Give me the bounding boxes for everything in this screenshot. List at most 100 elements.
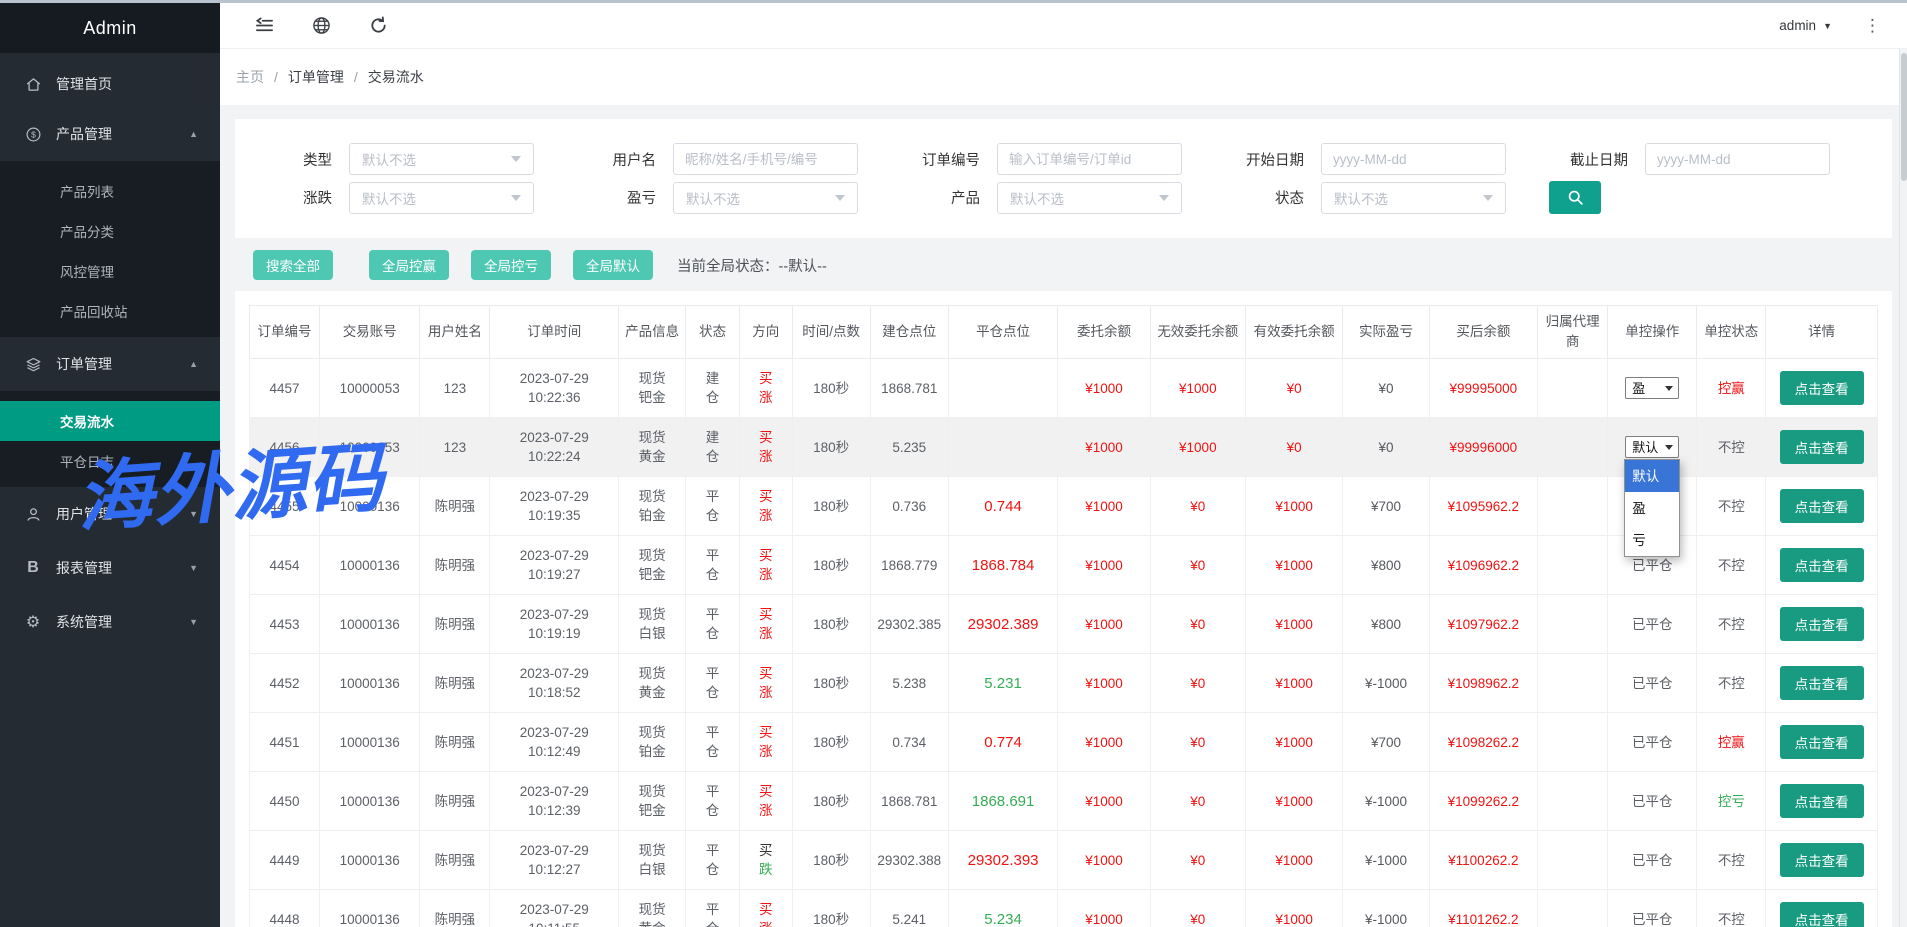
sidebar-item-reports[interactable]: B报表管理▼: [0, 541, 220, 595]
cell-invalid-entrust-balance: ¥0: [1150, 772, 1245, 831]
stacked-text: 买跌: [745, 841, 787, 879]
user-menu[interactable]: admin ▼: [1779, 18, 1832, 33]
cell-agent: [1538, 536, 1608, 595]
cell-time-points: 180秒: [792, 595, 870, 654]
stacked-text: 2023-07-2910:19:35: [495, 487, 613, 525]
sidebar-subitem-平仓日志[interactable]: 平仓日志: [0, 441, 220, 481]
cell-actual-profit: ¥-1000: [1343, 772, 1429, 831]
stacked-text: 现货白银: [624, 605, 680, 643]
updown-select[interactable]: 默认不选: [349, 182, 534, 214]
cell-detail: 点击查看: [1766, 359, 1878, 418]
start-date-input[interactable]: [1321, 143, 1506, 175]
column-header: 买后余额: [1429, 306, 1538, 359]
view-detail-button[interactable]: 点击查看: [1780, 725, 1864, 759]
global-lose-button[interactable]: 全局控亏: [471, 250, 551, 280]
stacked-text: 买涨: [745, 487, 787, 525]
cell-actual-profit: ¥0: [1343, 359, 1429, 418]
cell-agent: [1538, 595, 1608, 654]
control-dropdown-option[interactable]: 默认: [1625, 460, 1679, 492]
cell-user-name: 陈明强: [420, 890, 490, 927]
sidebar-subitem-产品分类[interactable]: 产品分类: [0, 211, 220, 251]
more-menu-icon[interactable]: ⋮: [1864, 17, 1881, 34]
cell-detail: 点击查看: [1766, 418, 1878, 477]
global-win-button[interactable]: 全局控赢: [369, 250, 449, 280]
end-date-input[interactable]: [1645, 143, 1830, 175]
sidebar-item-products[interactable]: $产品管理▲: [0, 107, 220, 161]
view-detail-button[interactable]: 点击查看: [1780, 607, 1864, 641]
sidebar-item-home[interactable]: 管理首页: [0, 61, 220, 107]
stacked-text: 平仓: [691, 546, 734, 584]
cell-valid-entrust-balance: ¥1000: [1245, 536, 1342, 595]
cell-product-info: 现货白银: [619, 831, 686, 890]
cell-trade-account: 10000136: [319, 831, 419, 890]
cell-entrust-balance: ¥1000: [1058, 536, 1150, 595]
view-detail-button[interactable]: 点击查看: [1780, 430, 1864, 464]
cell-balance-after-buy: ¥99995000: [1429, 359, 1538, 418]
cell-status: 建仓: [686, 359, 740, 418]
refresh-icon[interactable]: [368, 16, 388, 36]
order-no-input[interactable]: [997, 143, 1182, 175]
control-dropdown-option[interactable]: 盈: [1625, 492, 1679, 524]
cell-agent: [1538, 654, 1608, 713]
type-select[interactable]: 默认不选: [349, 143, 534, 175]
control-dropdown-option[interactable]: 亏: [1625, 524, 1679, 556]
orders-table: 订单编号交易账号用户姓名订单时间产品信息状态方向时间/点数建仓点位平仓点位委托余…: [249, 305, 1878, 927]
search-button[interactable]: [1549, 181, 1601, 214]
product-select[interactable]: 默认不选: [997, 182, 1182, 214]
sidebar-item-system[interactable]: ⚙系统管理▼: [0, 595, 220, 649]
column-header: 订单时间: [490, 306, 619, 359]
username-input[interactable]: [673, 143, 858, 175]
cell-direction: 买涨: [739, 536, 792, 595]
cell-order-time: 2023-07-2910:19:27: [490, 536, 619, 595]
view-detail-button[interactable]: 点击查看: [1780, 548, 1864, 582]
closed-position-label: 已平仓: [1632, 558, 1673, 573]
control-select[interactable]: 盈: [1625, 377, 1679, 399]
cell-control-state: 不控: [1697, 536, 1766, 595]
sidebar-item-users[interactable]: 用户管理▼: [0, 487, 220, 541]
closed-position-label: 已平仓: [1632, 853, 1673, 868]
view-detail-button[interactable]: 点击查看: [1780, 843, 1864, 877]
closed-position-label: 已平仓: [1632, 735, 1673, 750]
stacked-text: 平仓: [691, 487, 734, 525]
filter-group-order-no-input: 订单编号: [885, 143, 1209, 175]
layers-icon: [24, 355, 42, 373]
scrollbar[interactable]: [1899, 49, 1907, 927]
scrollbar-thumb[interactable]: [1901, 53, 1907, 181]
sidebar-item-orders[interactable]: 订单管理▲: [0, 337, 220, 391]
cell-order-id: 4450: [250, 772, 320, 831]
cell-open-point: 1868.779: [870, 536, 948, 595]
view-detail-button[interactable]: 点击查看: [1780, 784, 1864, 818]
breadcrumb-item[interactable]: 订单管理: [288, 67, 344, 87]
view-detail-button[interactable]: 点击查看: [1780, 371, 1864, 405]
cell-order-id: 4451: [250, 713, 320, 772]
sidebar-subitem-交易流水[interactable]: 交易流水: [0, 401, 220, 441]
search-all-button[interactable]: 搜索全部: [253, 250, 333, 280]
chevron-down-icon: [1665, 445, 1673, 450]
view-detail-button[interactable]: 点击查看: [1780, 902, 1864, 927]
breadcrumb-separator: /: [354, 69, 358, 85]
cell-direction: 买涨: [739, 477, 792, 536]
content-area: 类型默认不选用户名订单编号开始日期截止日期 涨跌默认不选盈亏默认不选产品默认不选…: [220, 105, 1907, 927]
cell-actual-profit: ¥-1000: [1343, 890, 1429, 927]
sidebar-subitem-风控管理[interactable]: 风控管理: [0, 251, 220, 291]
cell-trade-account: 10000136: [319, 772, 419, 831]
filter-panel: 类型默认不选用户名订单编号开始日期截止日期 涨跌默认不选盈亏默认不选产品默认不选…: [235, 119, 1892, 238]
control-select[interactable]: 默认: [1625, 436, 1679, 458]
sidebar-nav: 管理首页$产品管理▲ 产品列表产品分类风控管理产品回收站订单管理▲ 交易流水平仓日志…: [0, 53, 220, 927]
sidebar-subitem-产品列表[interactable]: 产品列表: [0, 171, 220, 211]
status-select[interactable]: 默认不选: [1321, 182, 1506, 214]
cell-user-name: 陈明强: [420, 831, 490, 890]
breadcrumb-item[interactable]: 主页: [236, 67, 264, 87]
global-default-button[interactable]: 全局默认: [573, 250, 653, 280]
closed-position-label: 已平仓: [1632, 617, 1673, 632]
view-detail-button[interactable]: 点击查看: [1780, 666, 1864, 700]
view-detail-button[interactable]: 点击查看: [1780, 489, 1864, 523]
collapse-sidebar-icon[interactable]: [254, 16, 274, 36]
cell-valid-entrust-balance: ¥1000: [1245, 890, 1342, 927]
sidebar-subitem-产品回收站[interactable]: 产品回收站: [0, 291, 220, 331]
profit-select[interactable]: 默认不选: [673, 182, 858, 214]
cell-order-id: 4453: [250, 595, 320, 654]
cell-order-id: 4457: [250, 359, 320, 418]
language-globe-icon[interactable]: [311, 16, 331, 36]
stacked-text: 现货钯金: [624, 546, 680, 584]
